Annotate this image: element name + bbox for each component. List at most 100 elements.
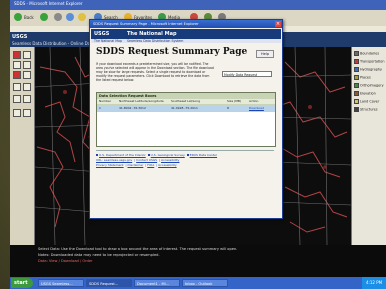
monitor-bezel: SDDS - Microsoft Internet Explorer Back …	[0, 0, 386, 289]
layer-legend-panel: Boundaries Transportation Hydrography Place…	[351, 47, 386, 245]
subnav-link[interactable]: The National Map	[94, 39, 122, 43]
footer-link[interactable]: Accessibility	[158, 163, 176, 167]
start-button[interactable]: start	[11, 278, 33, 288]
table-cell: 8	[227, 106, 229, 110]
legend-item[interactable]: Boundaries	[354, 51, 379, 56]
instructions-text: If your download exceeds a predetermined…	[96, 62, 214, 82]
legend-item[interactable]: Transportation	[354, 59, 384, 64]
table-cell: 41.8002 -76.3012	[119, 106, 146, 110]
legend-label: Elevation	[360, 91, 376, 96]
column-header: Action	[249, 99, 259, 103]
footer-link[interactable]: U.S. Department of the Interior	[99, 153, 146, 157]
legend-label: Structures	[360, 107, 378, 112]
legend-item[interactable]: Places	[354, 75, 371, 80]
request-table: Data Selection Request Boxes Number Nort…	[96, 92, 276, 147]
overview-icon[interactable]	[13, 109, 21, 117]
close-icon[interactable]: ×	[275, 21, 281, 27]
modify-request-field[interactable]: Modify Data Request	[222, 71, 272, 77]
legend-swatch-icon	[354, 107, 359, 112]
taskbar-item[interactable]: SDDS Request...	[86, 279, 132, 287]
map-tools-panel	[10, 47, 35, 245]
full-extent-icon[interactable]	[23, 71, 31, 79]
taskbar-item[interactable]: Inbox - Outlook	[182, 279, 228, 287]
popup-title: SDDS Request Summary Page - Microsoft In…	[93, 22, 199, 26]
request-summary-window: SDDS Request Summary Page - Microsoft In…	[89, 19, 283, 219]
table-cell: 1	[99, 106, 101, 110]
browser-title: SDDS - Microsoft Internet Explorer	[14, 1, 83, 6]
legend-label: Places	[360, 75, 371, 80]
download-tool-icon[interactable]	[13, 71, 21, 79]
measure-icon[interactable]	[13, 83, 21, 91]
taskbar-item[interactable]: Document1 - Mi...	[134, 279, 180, 287]
popup-title-bar[interactable]: SDDS Request Summary Page - Microsoft In…	[90, 20, 282, 28]
legend-item[interactable]: Hydrography	[354, 67, 382, 72]
taskbar-item[interactable]: USGS Seamless...	[38, 279, 84, 287]
footer-line: Select Data: Use the Download tool to dr…	[38, 247, 238, 251]
column-header: Northwest Latitude/Longitude	[119, 99, 164, 103]
back-arrow-icon[interactable]	[14, 13, 22, 21]
legend-label: Hydrography	[360, 67, 383, 72]
footer-link[interactable]: FOIA	[147, 163, 154, 167]
pan-icon[interactable]	[13, 61, 21, 69]
subnav-link[interactable]: Seamless Data Distribution System	[127, 39, 183, 43]
layer-icon[interactable]	[13, 95, 21, 103]
back-button[interactable]: Back	[24, 15, 34, 20]
system-clock: 4:12 PM	[362, 277, 386, 289]
legend-swatch-icon	[354, 51, 359, 56]
legend-item[interactable]: Orthoimagery	[354, 83, 384, 88]
zoom-out-icon[interactable]	[23, 51, 31, 59]
footer-link[interactable]: Accessibility	[161, 158, 179, 162]
bullet-icon	[186, 154, 189, 156]
legend-label: Land Cover	[360, 99, 380, 104]
footer-link[interactable]: EROS Data Center	[190, 153, 217, 157]
divider	[96, 150, 274, 151]
footer-link[interactable]: U.S. Geological Survey	[151, 153, 185, 157]
table-cell: 41.4928 -75.2011	[171, 106, 198, 110]
legend-label: Boundaries	[360, 51, 380, 56]
banner-title: The National Map	[127, 31, 177, 37]
legend-item[interactable]: Elevation	[354, 91, 376, 96]
footer-line: Notes: Downloaded data may need to be re…	[38, 253, 160, 257]
legend-swatch-icon	[354, 91, 359, 96]
footer-link[interactable]: Disclaimer	[127, 163, 143, 167]
help-button[interactable]: Help	[256, 50, 274, 58]
zoom-in-icon[interactable]	[13, 51, 21, 59]
footer-link[interactable]: URL: seamless.usgs.gov	[96, 158, 132, 162]
popup-subnav: The National Map Seamless Data Distribut…	[91, 39, 281, 43]
table-empty-area	[97, 111, 275, 146]
column-header: Size (MB)	[227, 99, 242, 103]
table-row[interactable]: 1 41.8002 -76.3012 41.4928 -75.2011 8 Do…	[97, 104, 275, 111]
legend-label: Orthoimagery	[360, 83, 384, 88]
refresh-icon[interactable]	[66, 13, 74, 21]
identify-icon[interactable]	[23, 61, 31, 69]
legend-item[interactable]: Structures	[354, 107, 378, 112]
forward-arrow-icon[interactable]	[40, 13, 48, 21]
refresh-map-icon[interactable]	[23, 109, 31, 117]
usgs-logo: USGS	[12, 34, 28, 40]
footer-link[interactable]: Privacy Statement	[96, 163, 124, 167]
stop-icon[interactable]	[54, 13, 62, 21]
footer-line[interactable]: Data: View / Download / Order	[38, 259, 93, 263]
usgs-logo: USGS	[94, 31, 110, 37]
table-header: Number Northwest Latitude/Longitude Sout…	[97, 99, 275, 104]
legend-swatch-icon	[354, 75, 359, 80]
home-icon[interactable]	[78, 13, 86, 21]
screen: SDDS - Microsoft Internet Explorer Back …	[10, 0, 386, 289]
map-footer: Select Data: Use the Download tool to dr…	[34, 245, 386, 275]
page-title: SDDS Request Summary Page	[96, 47, 248, 57]
bullet-icon	[147, 154, 150, 156]
bullet-icon	[96, 154, 98, 156]
legend-swatch-icon	[354, 83, 359, 88]
legend-swatch-icon	[354, 67, 359, 72]
windows-taskbar: start USGS Seamless... SDDS Request... D…	[10, 277, 386, 289]
query-icon[interactable]	[23, 95, 31, 103]
download-link[interactable]: Download	[247, 105, 275, 111]
footer-link[interactable]: Contact USGS	[136, 158, 157, 162]
legend-item[interactable]: Land Cover	[354, 99, 379, 104]
print-map-icon[interactable]	[23, 83, 31, 91]
column-header: Southeast Lat/Long	[171, 99, 201, 103]
national-map-banner: USGS The National Map	[91, 29, 281, 39]
legend-label: Transportation	[360, 59, 385, 64]
browser-title-bar: SDDS - Microsoft Internet Explorer	[10, 0, 386, 10]
legend-swatch-icon	[354, 59, 359, 64]
